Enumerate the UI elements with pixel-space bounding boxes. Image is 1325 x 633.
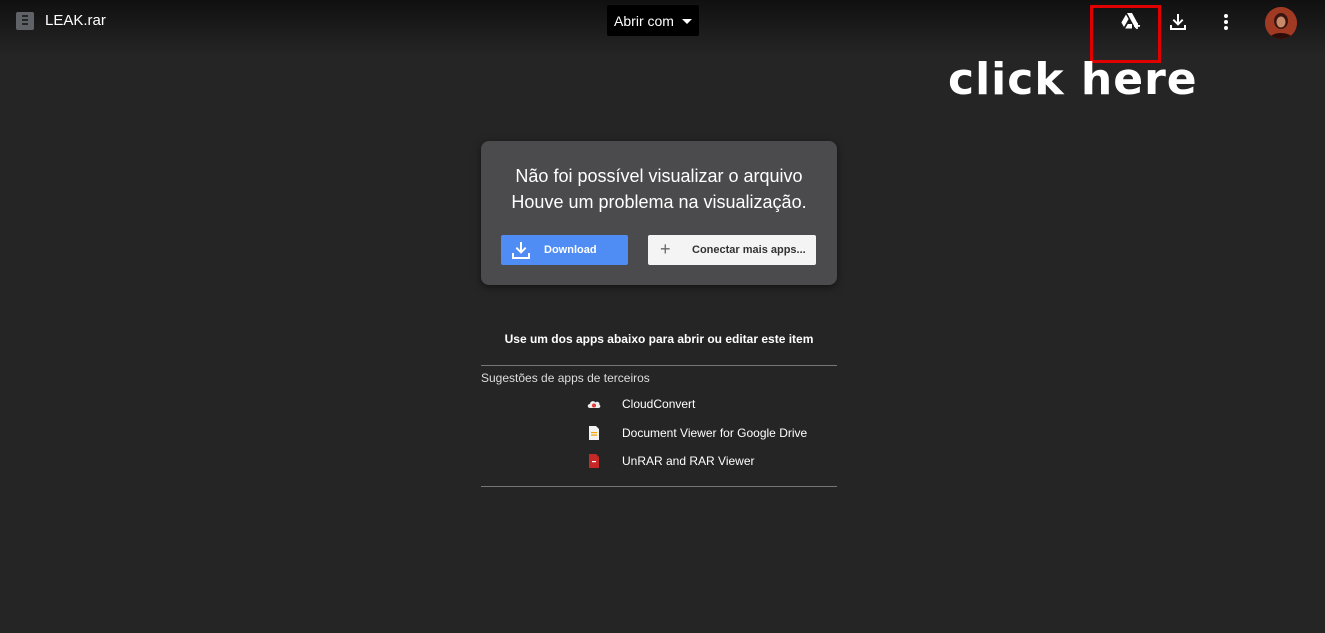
download-icon[interactable] [1166,10,1190,34]
apps-heading: Use um dos apps abaixo para abrir ou edi… [504,332,814,346]
app-item-cloudconvert[interactable]: CloudConvert [587,395,695,413]
file-name: LEAK.rar [45,12,106,29]
connect-more-apps-button[interactable]: + Conectar mais apps... [648,235,816,265]
archive-file-icon [16,12,34,30]
app-name: CloudConvert [622,397,696,411]
divider-top [481,365,837,366]
download-button[interactable]: Download [501,235,628,265]
annotation-text: click here [948,54,1198,105]
avatar[interactable] [1265,7,1297,39]
download-label: Download [544,244,597,256]
more-options-icon[interactable] [1214,10,1238,34]
app-item-unrar[interactable]: UnRAR and RAR Viewer [587,452,755,470]
app-item-document-viewer[interactable]: Document Viewer for Google Drive [587,424,807,442]
app-name: Document Viewer for Google Drive [622,426,808,440]
download-icon [512,242,530,259]
third-party-suggestions-label: Sugestões de apps de terceiros [481,371,650,385]
app-name: UnRAR and RAR Viewer [622,454,755,468]
error-message: Não foi possível visualizar o arquivo Ho… [481,163,837,215]
caret-down-icon [681,19,692,24]
connect-label: Conectar mais apps... [692,244,806,256]
plus-icon: + [660,239,671,259]
open-with-label: Abrir com [614,12,674,29]
divider-bottom [481,486,837,487]
document-viewer-icon [589,426,599,440]
cloudconvert-icon [587,401,601,408]
unrar-icon [589,454,599,468]
avatar-image [1265,7,1297,39]
open-with-button[interactable]: Abrir com [607,5,699,36]
error-line-2: Houve um problema na visualização. [511,192,807,212]
preview-error-card: Não foi possível visualizar o arquivo Ho… [481,141,837,285]
error-line-1: Não foi possível visualizar o arquivo [515,166,803,186]
